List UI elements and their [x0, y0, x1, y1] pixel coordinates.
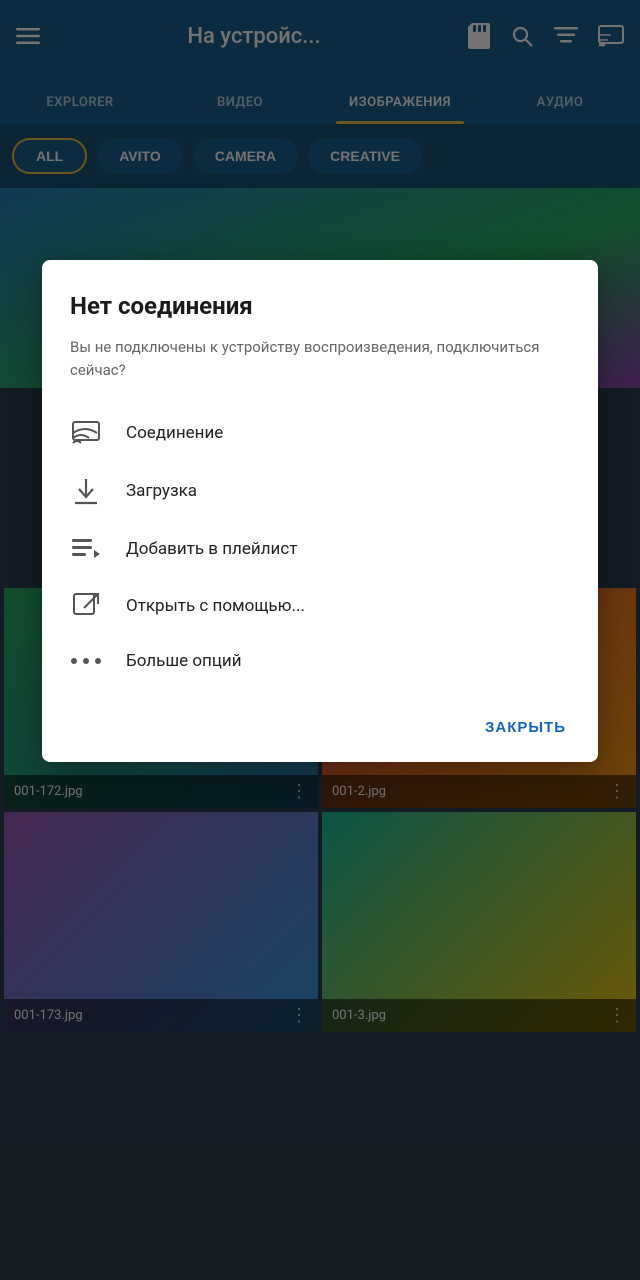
dialog-subtitle: Вы не подключены к устройству воспроизве…	[70, 336, 570, 381]
menu-item-more[interactable]: Больше опций	[70, 635, 570, 687]
dialog-title: Нет соединения	[70, 292, 570, 320]
open-external-menu-icon	[70, 593, 102, 619]
menu-item-playlist[interactable]: Добавить в плейлист	[70, 521, 570, 577]
menu-label-connection: Соединение	[126, 423, 223, 443]
more-menu-icon	[70, 657, 102, 665]
menu-label-playlist: Добавить в плейлист	[126, 539, 297, 559]
playlist-menu-icon	[70, 537, 102, 561]
menu-item-download[interactable]: Загрузка	[70, 461, 570, 521]
menu-item-open-with[interactable]: Открыть с помощью...	[70, 577, 570, 635]
menu-label-more: Больше опций	[126, 651, 242, 671]
menu-item-connection[interactable]: Соединение	[70, 405, 570, 461]
menu-label-download: Загрузка	[126, 481, 197, 501]
no-connection-dialog: Нет соединения Вы не подключены к устрой…	[42, 260, 598, 762]
dialog-actions: ЗАКРЫТЬ	[70, 695, 570, 744]
download-menu-icon	[70, 477, 102, 505]
cast-menu-icon	[70, 421, 102, 445]
dialog-close-button[interactable]: ЗАКРЫТЬ	[481, 711, 570, 744]
menu-label-open-with: Открыть с помощью...	[126, 596, 305, 616]
